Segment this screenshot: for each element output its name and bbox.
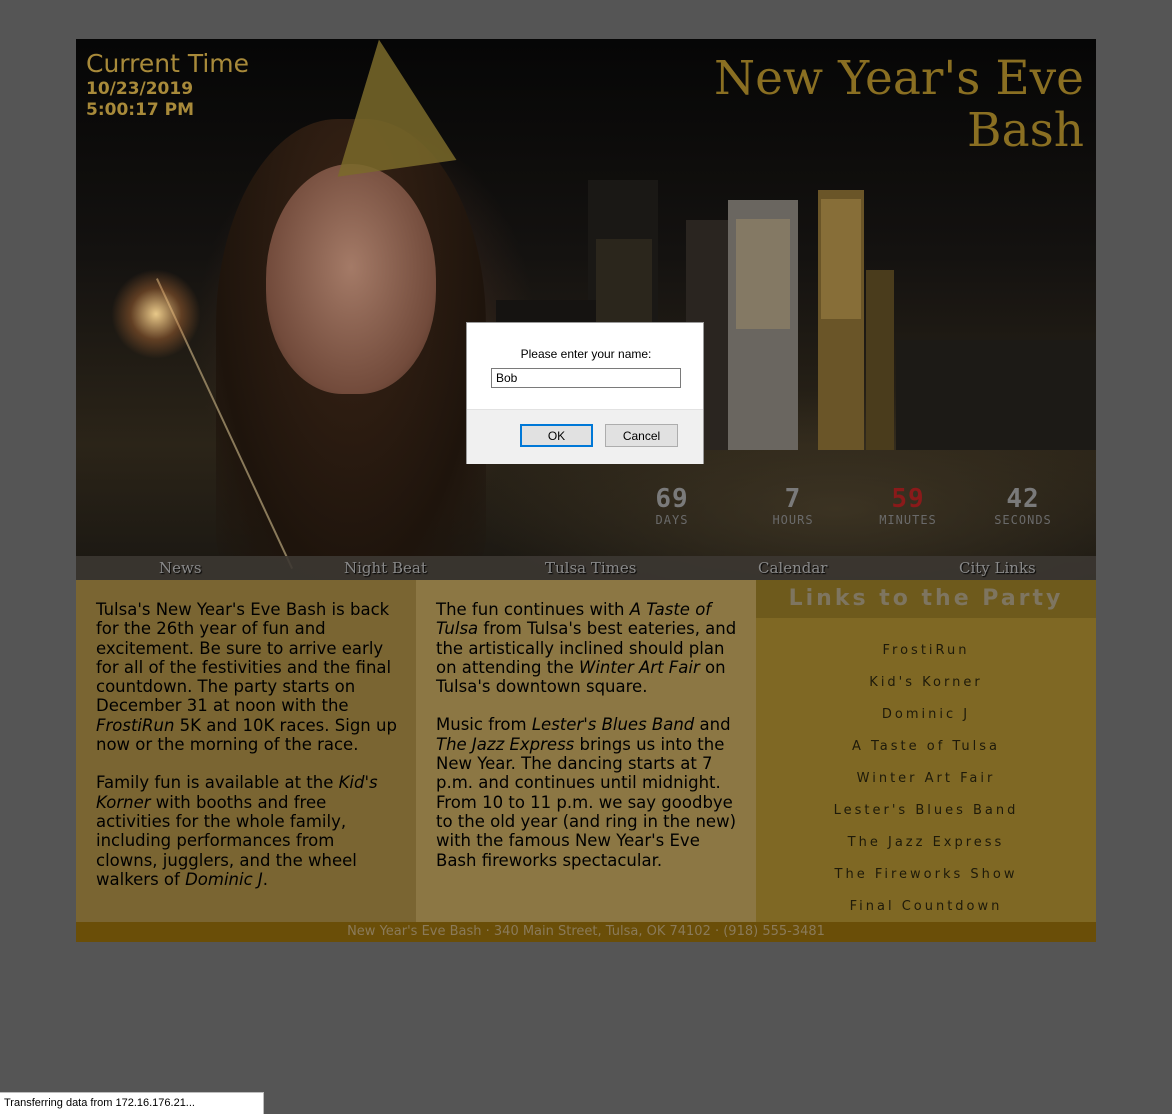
page-footer: New Year's Eve Bash · 340 Main Street, T… <box>76 922 1096 942</box>
dialog-message: Please enter your name: <box>520 347 652 361</box>
countdown-hours-label: HOURS <box>772 513 814 527</box>
skyline-lights <box>736 219 790 329</box>
nav-night-beat[interactable]: Night Beat <box>344 556 427 580</box>
current-date: 10/23/2019 <box>86 79 194 99</box>
list-item: The Jazz Express <box>756 832 1096 864</box>
ok-button[interactable]: OK <box>520 424 593 447</box>
link-winter-art-fair[interactable]: Winter Art Fair <box>857 771 996 786</box>
nav-city-links[interactable]: City Links <box>959 556 1036 580</box>
countdown-seconds: 42 SECONDS <box>971 485 1075 527</box>
link-dominic-j[interactable]: Dominic J <box>882 707 970 722</box>
browser-status-bar: Transferring data from 172.16.176.21... <box>0 1092 264 1114</box>
list-item: Dominic J <box>756 704 1096 736</box>
links-list: FrostiRun Kid's Korner Dominic J A Taste… <box>756 618 1096 928</box>
name-input[interactable] <box>491 368 681 388</box>
countdown-days-value: 69 <box>655 484 689 514</box>
sparkler-flame <box>111 269 201 359</box>
link-taste-of-tulsa[interactable]: A Taste of Tulsa <box>852 739 1000 754</box>
link-lesters-blues-band[interactable]: Lester's Blues Band <box>834 803 1019 818</box>
countdown-seconds-value: 42 <box>1006 484 1040 514</box>
party-hat <box>319 39 457 177</box>
nav-tulsa-times[interactable]: Tulsa Times <box>545 556 636 580</box>
countdown-hours: 7 HOURS <box>741 485 845 527</box>
list-item: Lester's Blues Band <box>756 800 1096 832</box>
main-nav: News Night Beat Tulsa Times Calendar Cit… <box>76 556 1096 580</box>
list-item: FrostiRun <box>756 640 1096 672</box>
nav-news[interactable]: News <box>159 556 202 580</box>
article-column-1: Tulsa's New Year's Eve Bash is back for … <box>76 580 416 922</box>
article-paragraph: Family fun is available at the Kid's Kor… <box>96 773 378 889</box>
list-item: Kid's Korner <box>756 672 1096 704</box>
link-final-countdown[interactable]: Final Countdown <box>850 899 1003 914</box>
list-item: A Taste of Tulsa <box>756 736 1096 768</box>
site-title: New Year's Eve Bash <box>713 51 1084 158</box>
article-paragraph: The fun continues with A Taste of Tulsa … <box>436 600 737 697</box>
list-item: Winter Art Fair <box>756 768 1096 800</box>
main-content: Tulsa's New Year's Eve Bash is back for … <box>76 580 1096 922</box>
countdown-seconds-label: SECONDS <box>994 513 1052 527</box>
skyline-lights <box>821 199 861 319</box>
link-jazz-express[interactable]: The Jazz Express <box>848 835 1005 850</box>
hero-banner: Current Time 10/23/2019 5:00:17 PM New Y… <box>76 39 1096 580</box>
article-paragraph: Music from Lester's Blues Band and The J… <box>436 715 737 870</box>
current-time-block: Current Time 10/23/2019 5:00:17 PM <box>86 49 249 121</box>
countdown-clock: 69 DAYS 7 HOURS 59 MINUTES 42 SECONDS <box>636 485 1086 531</box>
nav-calendar[interactable]: Calendar <box>758 556 827 580</box>
countdown-minutes-value: 59 <box>891 484 925 514</box>
links-sidebar: Links to the Party FrostiRun Kid's Korne… <box>756 580 1096 922</box>
countdown-minutes-label: MINUTES <box>879 513 937 527</box>
countdown-minutes: 59 MINUTES <box>856 485 960 527</box>
name-prompt-dialog: Please enter your name: OK Cancel <box>466 322 704 464</box>
article-paragraph: Tulsa's New Year's Eve Bash is back for … <box>96 600 397 755</box>
countdown-days: 69 DAYS <box>620 485 724 527</box>
countdown-days-label: DAYS <box>655 513 689 527</box>
link-fireworks-show[interactable]: The Fireworks Show <box>835 867 1018 882</box>
skyline-building <box>866 270 894 450</box>
current-time-label: Current Time <box>86 49 250 78</box>
links-heading: Links to the Party <box>756 580 1096 618</box>
party-woman-face <box>266 164 436 394</box>
skyline-lights <box>596 239 652 329</box>
cancel-button[interactable]: Cancel <box>605 424 678 447</box>
dialog-button-bar: OK Cancel <box>467 409 703 464</box>
link-frostirun[interactable]: FrostiRun <box>883 643 970 658</box>
link-kids-korner[interactable]: Kid's Korner <box>869 675 982 690</box>
list-item: The Fireworks Show <box>756 864 1096 896</box>
countdown-hours-value: 7 <box>784 484 802 514</box>
skyline-building <box>896 340 1096 450</box>
page-container: Current Time 10/23/2019 5:00:17 PM New Y… <box>76 39 1096 942</box>
current-clock: 5:00:17 PM <box>86 100 195 120</box>
article-column-2: The fun continues with A Taste of Tulsa … <box>416 580 756 922</box>
